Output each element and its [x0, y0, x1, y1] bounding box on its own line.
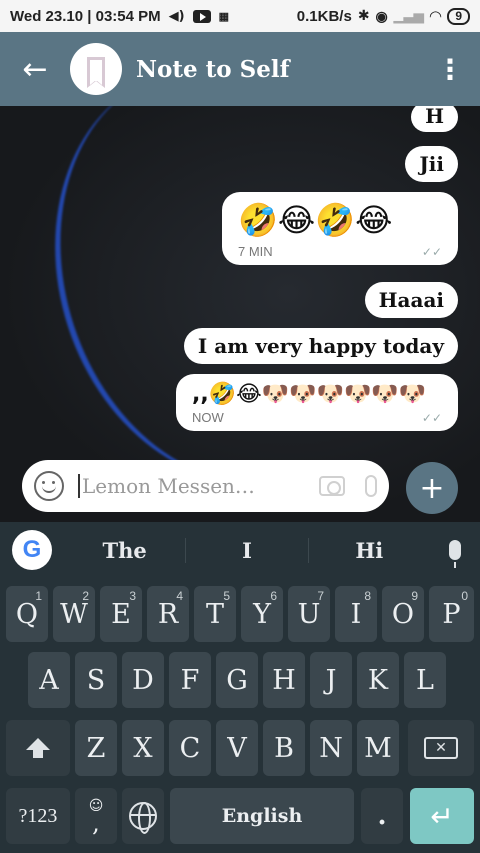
key-q[interactable]: Q1	[6, 586, 48, 642]
key-c[interactable]: C	[169, 720, 211, 776]
key-z[interactable]: Z	[75, 720, 117, 776]
symbols-key[interactable]: ?123	[6, 788, 70, 844]
suggestion-item[interactable]: The	[64, 537, 187, 563]
space-key[interactable]: English	[170, 788, 354, 844]
key-x[interactable]: X	[122, 720, 164, 776]
network-speed: 0.1KB/s	[296, 7, 352, 25]
key-row-4: ?123 ☺ , English . ↵	[0, 788, 480, 846]
key-d[interactable]: D	[122, 652, 164, 708]
shift-key[interactable]	[6, 720, 70, 776]
key-a[interactable]: A	[28, 652, 70, 708]
key-p[interactable]: P0	[429, 586, 474, 642]
keyboard: G The I Hi Q1 W2 E3 R4 T5 Y6 U7 I8 O9 P0…	[0, 522, 480, 853]
key-s[interactable]: S	[75, 652, 117, 708]
message-input[interactable]: Lemon Messen…	[22, 460, 389, 512]
toggle-icon: ◉	[375, 7, 388, 24]
message-time: NOW	[192, 410, 224, 425]
overflow-menu-icon[interactable]: ⋮	[420, 53, 480, 86]
google-icon[interactable]: G	[12, 530, 52, 570]
delivered-checkmarks-icon: ✓✓	[421, 244, 442, 259]
status-datetime: Wed 23.10 | 03:54 PM	[10, 7, 161, 25]
suggestion-item[interactable]: I	[186, 537, 309, 563]
key-n[interactable]: N	[310, 720, 352, 776]
message-text: Haaai	[378, 288, 444, 312]
language-key[interactable]	[122, 788, 164, 844]
key-w[interactable]: W2	[53, 586, 95, 642]
app-header: ← Note to Self ⋮	[0, 32, 480, 106]
backspace-icon: ✕	[424, 737, 458, 759]
key-l[interactable]: L	[404, 652, 446, 708]
key-o[interactable]: O9	[382, 586, 424, 642]
key-b[interactable]: B	[263, 720, 305, 776]
enter-arrow-icon: ↵	[430, 799, 454, 833]
key-g[interactable]: G	[216, 652, 258, 708]
key-v[interactable]: V	[216, 720, 258, 776]
key-row-2: A S D F G H J K L	[0, 652, 480, 710]
voice-input-icon[interactable]	[430, 540, 480, 568]
key-e[interactable]: E3	[100, 586, 142, 642]
bluetooth-icon: ✱	[357, 8, 370, 24]
composer: Lemon Messen… +	[0, 458, 480, 522]
key-f[interactable]: F	[169, 652, 211, 708]
message-text: Jii	[419, 152, 444, 176]
wifi-icon: ◠	[429, 7, 442, 25]
microphone-icon[interactable]	[365, 475, 377, 497]
message-text: ,,🤣😂🐶🐶🐶🐶🐶🐶	[192, 382, 427, 407]
period-key[interactable]: .	[361, 788, 403, 844]
suggestion-strip: G The I Hi	[0, 522, 480, 578]
suggestion-item[interactable]: Hi	[309, 538, 430, 563]
message-bubble[interactable]: Haaai	[364, 282, 458, 318]
key-m[interactable]: M	[357, 720, 399, 776]
back-arrow-icon[interactable]: ←	[0, 32, 70, 106]
key-i[interactable]: I8	[335, 586, 377, 642]
key-row-3: Z X C V B N M ✕	[0, 720, 480, 778]
enter-key[interactable]: ↵	[410, 788, 474, 844]
avatar[interactable]	[70, 43, 122, 95]
vibrate-icon: ◀)	[168, 8, 185, 24]
keyboard-icon: ▦	[218, 10, 230, 23]
text-cursor	[78, 474, 80, 498]
key-y[interactable]: Y6	[241, 586, 283, 642]
message-time: 7 MIN	[238, 244, 273, 259]
backspace-key[interactable]: ✕	[408, 720, 474, 776]
message-bubble[interactable]: I am very happy today	[183, 328, 458, 364]
message-bubble[interactable]: Jii	[405, 146, 458, 182]
battery-icon: 9	[447, 7, 470, 25]
delivered-checkmarks-icon: ✓✓	[421, 410, 442, 425]
comma-label: ,	[92, 809, 100, 837]
emoji-icon[interactable]	[34, 471, 64, 501]
globe-icon	[129, 802, 157, 834]
message-bubble[interactable]: H	[411, 106, 458, 132]
add-attachment-button[interactable]: +	[406, 462, 458, 514]
key-r[interactable]: R4	[147, 586, 189, 642]
camera-icon[interactable]	[319, 476, 345, 496]
key-u[interactable]: U7	[288, 586, 330, 642]
key-h[interactable]: H	[263, 652, 305, 708]
signal-icon: ▁▃▅	[393, 8, 424, 23]
key-j[interactable]: J	[310, 652, 352, 708]
youtube-icon	[192, 9, 211, 23]
message-text: I am very happy today	[197, 334, 444, 358]
conversation-title[interactable]: Note to Self	[136, 56, 289, 83]
message-bubble[interactable]: 🤣😂🤣😂 7 MIN ✓✓	[222, 192, 458, 265]
message-text: H	[425, 106, 444, 128]
message-text: 🤣😂🤣😂	[238, 201, 393, 239]
message-placeholder: Lemon Messen…	[82, 474, 255, 498]
message-bubble[interactable]: ,,🤣😂🐶🐶🐶🐶🐶🐶 NOW ✓✓	[176, 374, 458, 431]
key-t[interactable]: T5	[194, 586, 236, 642]
key-k[interactable]: K	[357, 652, 399, 708]
comma-key[interactable]: ☺ ,	[75, 788, 117, 844]
status-bar: Wed 23.10 | 03:54 PM ◀) ▦ 0.1KB/s ✱ ◉ ▁▃…	[0, 0, 480, 32]
bookmark-icon	[87, 57, 105, 88]
key-row-1: Q1 W2 E3 R4 T5 Y6 U7 I8 O9 P0	[0, 586, 480, 644]
shift-icon	[26, 738, 50, 758]
